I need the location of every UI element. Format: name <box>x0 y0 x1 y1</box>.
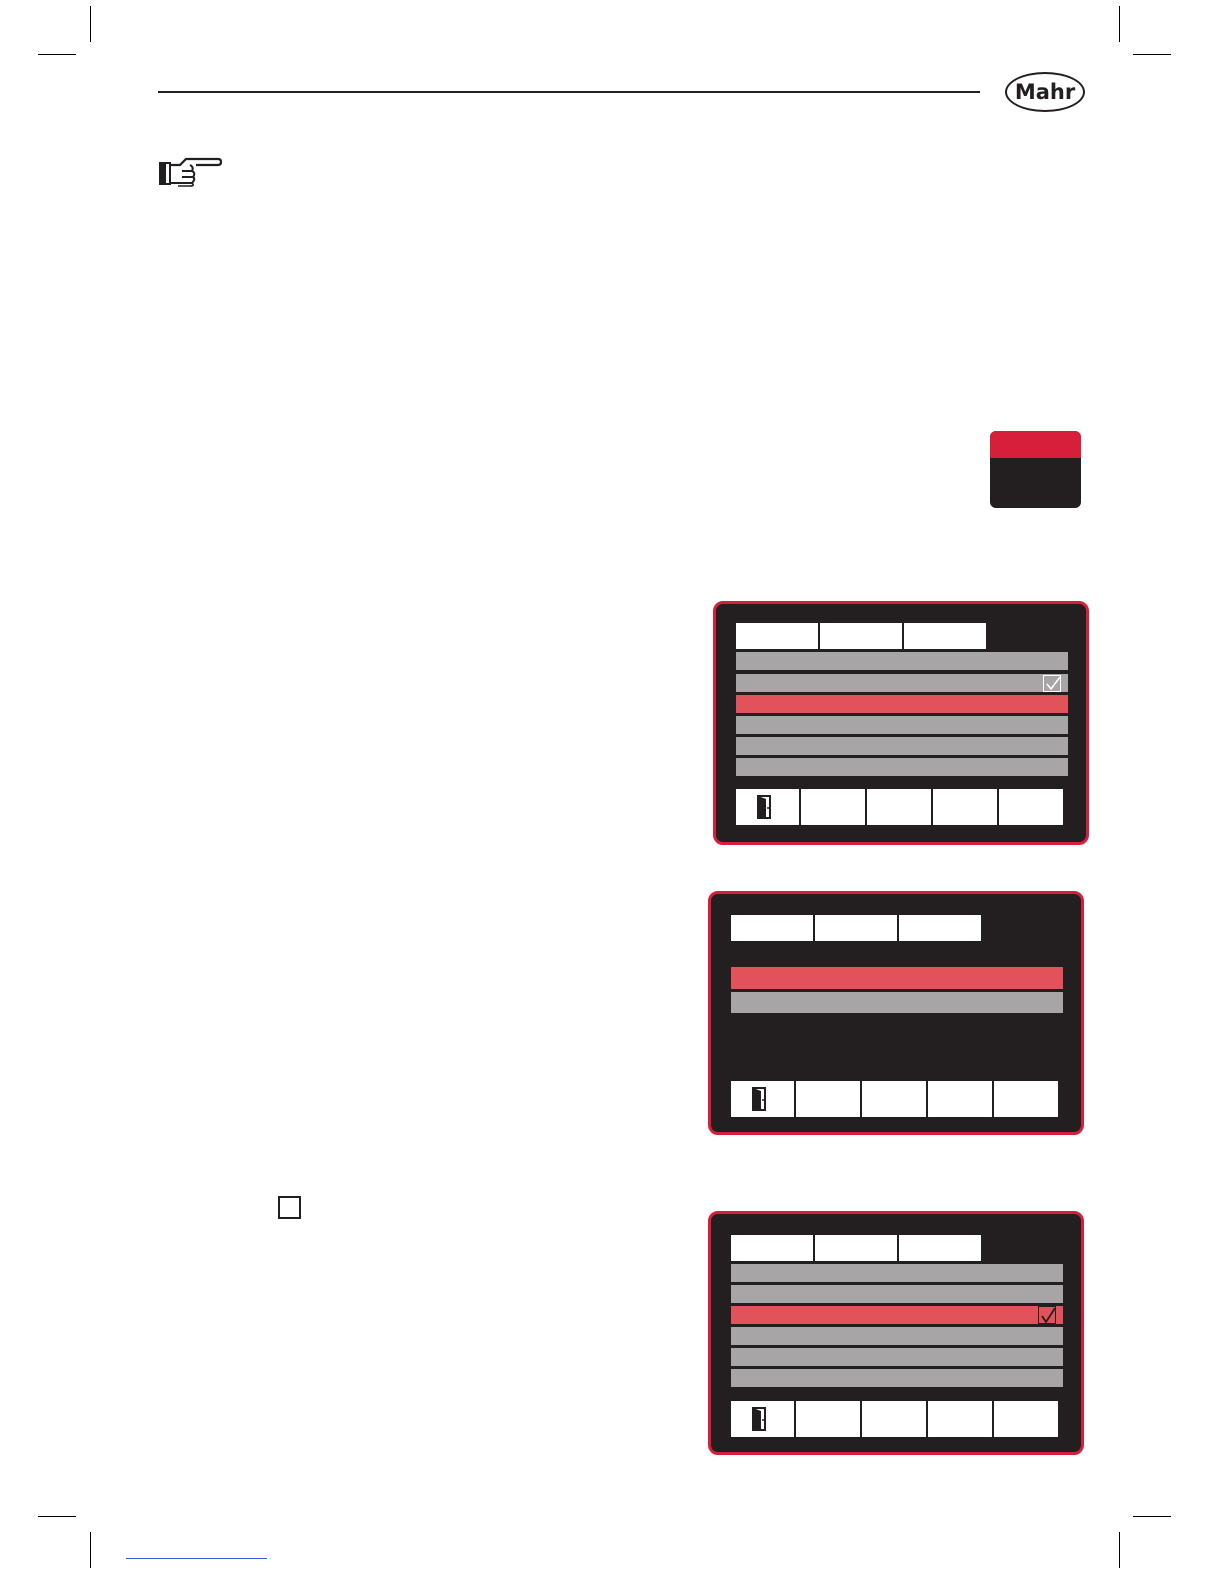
softkey-button[interactable] <box>862 1401 926 1437</box>
exit-button[interactable] <box>731 1401 794 1437</box>
exit-door-icon <box>752 1087 766 1111</box>
list-row[interactable] <box>736 652 1068 670</box>
softkey-button[interactable] <box>994 1401 1058 1437</box>
softkey-button[interactable] <box>994 1081 1058 1117</box>
crop-mark <box>38 54 76 55</box>
exit-door-icon <box>752 1407 766 1431</box>
exit-door-icon <box>757 795 771 819</box>
list-row[interactable] <box>736 674 1068 692</box>
softkey-button[interactable] <box>801 789 865 825</box>
list-row-selected[interactable] <box>731 967 1063 989</box>
crop-mark <box>90 1532 91 1568</box>
screen-tab[interactable] <box>731 1235 813 1261</box>
softkey-button[interactable] <box>933 789 997 825</box>
list-row[interactable] <box>731 1327 1063 1345</box>
screen-tab[interactable] <box>815 915 897 941</box>
list-row-selected[interactable] <box>731 1306 1063 1324</box>
chapter-tab <box>990 431 1081 508</box>
crop-mark <box>1119 1532 1120 1568</box>
checkbox-icon[interactable] <box>1038 1306 1056 1324</box>
screen-tab[interactable] <box>731 915 813 941</box>
crop-mark <box>38 1516 76 1517</box>
list-row[interactable] <box>736 716 1068 734</box>
screen-tab[interactable] <box>899 1235 981 1261</box>
logo-text: Mahr <box>1014 80 1076 104</box>
screen-2 <box>708 891 1084 1135</box>
list-row-selected[interactable] <box>736 695 1068 713</box>
footer-link[interactable] <box>126 1558 267 1559</box>
softkey-button[interactable] <box>928 1081 992 1117</box>
screen-tab[interactable] <box>736 623 818 649</box>
softkey-button[interactable] <box>999 789 1063 825</box>
screen-tab[interactable] <box>899 915 981 941</box>
softkey-button[interactable] <box>862 1081 926 1117</box>
softkey-button[interactable] <box>867 789 931 825</box>
header-rule <box>158 91 980 93</box>
checkbox-icon <box>278 1196 301 1219</box>
screen-3 <box>708 1211 1084 1455</box>
softkey-button[interactable] <box>796 1081 860 1117</box>
checkbox-icon[interactable] <box>1043 675 1061 692</box>
list-row[interactable] <box>736 737 1068 755</box>
list-row[interactable] <box>731 992 1063 1013</box>
screen-tab[interactable] <box>820 623 902 649</box>
list-row[interactable] <box>731 1369 1063 1387</box>
crop-mark <box>1133 1516 1171 1517</box>
exit-button[interactable] <box>731 1081 794 1117</box>
crop-mark <box>90 6 91 42</box>
mahr-logo: Mahr <box>1005 72 1085 112</box>
pointing-hand-icon <box>158 155 223 194</box>
list-row[interactable] <box>731 1348 1063 1366</box>
list-row[interactable] <box>731 1264 1063 1282</box>
screen-1 <box>713 601 1089 845</box>
crop-mark <box>1133 54 1171 55</box>
crop-mark <box>1119 6 1120 42</box>
list-row[interactable] <box>736 758 1068 776</box>
softkey-button[interactable] <box>796 1401 860 1437</box>
exit-button[interactable] <box>736 789 799 825</box>
screen-tab[interactable] <box>815 1235 897 1261</box>
softkey-button[interactable] <box>928 1401 992 1437</box>
screen-tab[interactable] <box>904 623 986 649</box>
list-row[interactable] <box>731 1285 1063 1303</box>
